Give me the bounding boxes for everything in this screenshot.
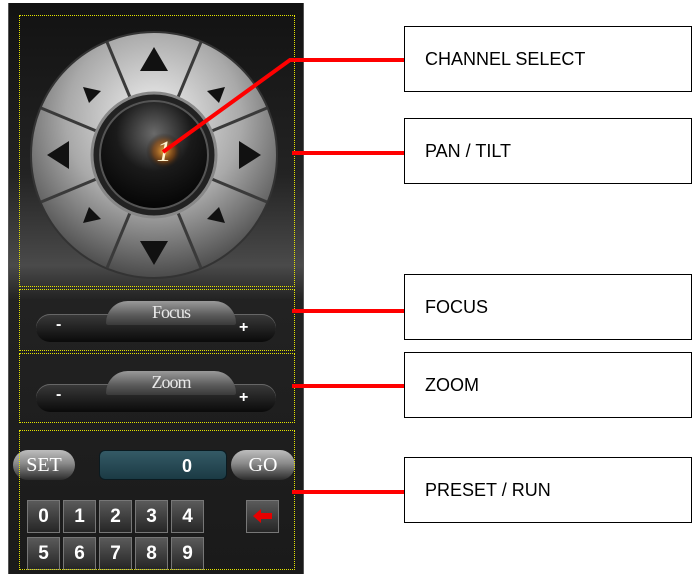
focus-region [19, 289, 295, 351]
pan-tilt-region [19, 15, 295, 287]
preset-run-leader [292, 490, 404, 494]
callout-preset-run: PRESET / RUN [404, 457, 692, 523]
callout-pan-tilt: PAN / TILT [404, 118, 692, 184]
preset-region [19, 430, 295, 570]
callout-focus: FOCUS [404, 274, 692, 340]
zoom-leader [292, 384, 404, 388]
callout-zoom: ZOOM [404, 352, 692, 418]
zoom-region [19, 353, 295, 423]
focus-leader [292, 309, 404, 313]
ptz-controller-panel: 1 Focus - + Zoom - + SET 0 GO 0 1 2 3 4 … [8, 3, 304, 574]
callout-channel-select: CHANNEL SELECT [404, 26, 692, 92]
pan-tilt-leader [292, 151, 404, 155]
